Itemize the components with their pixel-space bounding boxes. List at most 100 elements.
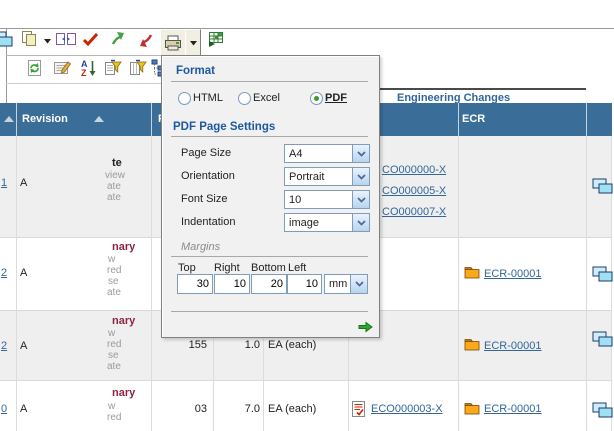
phase-detail: ate (107, 192, 121, 203)
print-button[interactable] (160, 29, 186, 56)
radio-pdf-label[interactable]: PDF (325, 92, 347, 105)
export-grid-icon[interactable] (207, 31, 225, 48)
open-windows-icon[interactable] (592, 402, 613, 419)
chevron-down-icon[interactable] (352, 168, 369, 185)
folder-icon[interactable] (464, 338, 480, 351)
indentation-select[interactable]: image (284, 213, 370, 232)
radio-html[interactable] (178, 92, 191, 105)
margin-top-label: Top (178, 262, 196, 274)
chevron-down-icon[interactable] (352, 191, 369, 208)
revision-value: A (20, 340, 27, 353)
window-icon[interactable] (0, 31, 13, 48)
phase-detail: view (105, 170, 125, 181)
toolbar-bottom-border (6, 83, 161, 84)
toolbar-divider (6, 55, 161, 56)
divider (171, 136, 368, 137)
chevron-down-icon[interactable] (352, 145, 369, 162)
margin-right-input[interactable] (214, 274, 250, 294)
orientation-value: Portrait (285, 168, 352, 185)
check-icon[interactable] (82, 32, 99, 47)
phase-detail: ate (107, 181, 121, 192)
open-windows-icon[interactable] (592, 178, 613, 195)
phase-detail: ate (107, 361, 121, 372)
uom-value: EA (each) (268, 339, 316, 352)
radio-excel-label[interactable]: Excel (253, 92, 280, 105)
application-window: AZ Engineering Changes Revision F ECR 1 … (0, 0, 614, 431)
section-top-border (350, 88, 586, 90)
open-windows-icon[interactable] (592, 331, 613, 348)
sort-az-icon[interactable]: AZ (80, 59, 97, 77)
revision-value: A (20, 403, 27, 416)
phase-detail: se (108, 350, 119, 361)
margin-bottom-input[interactable] (251, 274, 287, 294)
divider (171, 311, 368, 312)
qty-value: 7.0 (220, 403, 260, 416)
column-header-ecr[interactable]: ECR (462, 113, 485, 126)
column-header-revision[interactable]: Revision (22, 113, 68, 126)
ecr-link[interactable]: ECR-00001 (484, 340, 541, 353)
margin-left-input[interactable] (287, 274, 322, 294)
print-icon (164, 35, 182, 51)
filter-list-icon[interactable] (104, 59, 123, 77)
phase-detail: w (108, 401, 115, 412)
copy-dropdown-caret-icon[interactable] (43, 38, 52, 44)
format-section-title: Format (176, 65, 215, 78)
orientation-select[interactable]: Portrait (284, 167, 370, 186)
revision-value: A (20, 267, 27, 280)
item-link[interactable]: 2 (1, 267, 7, 280)
item-link[interactable]: 0 (1, 403, 7, 416)
arrow-up-right-icon[interactable] (110, 31, 126, 47)
eco-link[interactable]: CO000000-X (382, 164, 446, 177)
chevron-down-icon[interactable] (350, 275, 367, 293)
edit-icon[interactable] (53, 60, 72, 76)
open-windows-icon[interactable] (592, 266, 613, 283)
arrow-down-left-icon[interactable] (138, 32, 154, 48)
eco-document-icon[interactable] (352, 401, 365, 417)
swap-windows-icon[interactable] (56, 31, 76, 47)
font-size-label: Font Size (181, 193, 227, 206)
item-link[interactable]: 2 (1, 340, 7, 353)
indentation-value: image (285, 214, 352, 231)
submit-arrow-button[interactable] (357, 320, 373, 333)
chevron-down-icon[interactable] (352, 214, 369, 231)
folder-icon[interactable] (464, 402, 480, 415)
refresh-icon[interactable] (26, 59, 43, 77)
font-size-select[interactable]: 10 (284, 190, 370, 209)
sort-asc-icon[interactable] (94, 116, 104, 122)
font-size-value: 10 (285, 191, 352, 208)
page-size-value: A4 (285, 145, 352, 162)
page-size-select[interactable]: A4 (284, 144, 370, 163)
copy-icon[interactable] (20, 30, 38, 48)
divider (171, 81, 368, 82)
print-dropdown-button[interactable] (185, 29, 201, 56)
phase-detail: red (107, 339, 121, 350)
divider (171, 256, 368, 257)
sort-asc-icon[interactable] (4, 116, 14, 122)
qty-value: 1.0 (220, 339, 260, 352)
phase-detail: w (108, 254, 115, 265)
orientation-label: Orientation (181, 170, 235, 183)
margin-unit-value: mm (325, 275, 350, 293)
filter-grid-icon[interactable] (129, 59, 148, 77)
phase-detail: ate (107, 287, 121, 298)
folder-icon[interactable] (464, 266, 480, 279)
radio-pdf[interactable] (310, 92, 323, 105)
item-link[interactable]: 1 (1, 177, 7, 190)
dropdown-caret-icon (189, 40, 198, 46)
margin-top-input[interactable] (177, 274, 213, 294)
margin-bottom-label: Bottom (251, 262, 286, 274)
margin-unit-select[interactable]: mm (324, 274, 368, 294)
eco-link[interactable]: CO000005-X (382, 185, 446, 198)
svg-text:Z: Z (81, 68, 87, 77)
page-size-label: Page Size (181, 147, 231, 160)
eco-link[interactable]: CO000007-X (382, 206, 446, 219)
phase-detail: red (107, 265, 121, 276)
toolbar-top-border (0, 28, 614, 29)
ecr-link[interactable]: ECR-00001 (484, 403, 541, 416)
eco-link[interactable]: ECO000003-X (371, 403, 443, 416)
find-num-value: 155 (167, 339, 207, 352)
ecr-link[interactable]: ECR-00001 (484, 268, 541, 281)
radio-html-label[interactable]: HTML (193, 92, 223, 105)
radio-excel[interactable] (238, 92, 251, 105)
uom-value: EA (each) (268, 403, 316, 416)
